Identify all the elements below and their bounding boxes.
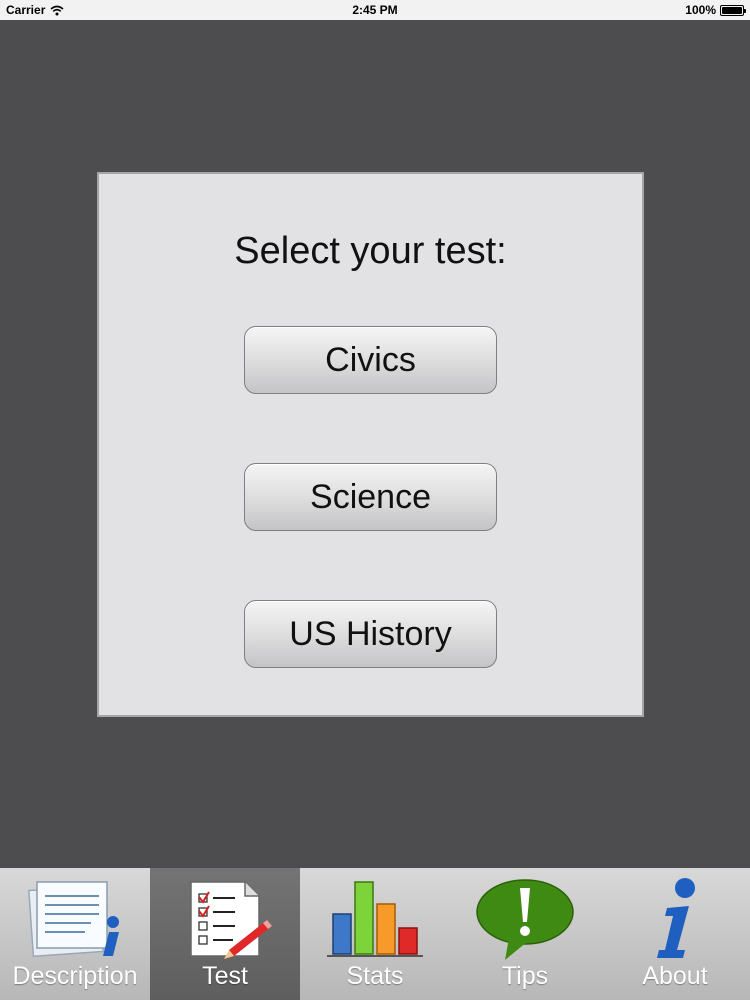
tab-stats[interactable]: Stats [300, 868, 450, 1000]
battery-indicator: 100% [685, 3, 746, 17]
panel-title: Select your test: [234, 230, 507, 272]
tab-about-label: About [642, 962, 708, 990]
checklist-icon [190, 881, 272, 959]
civics-button[interactable]: Civics [244, 326, 497, 394]
tips-bubble-icon [476, 879, 574, 960]
science-button[interactable]: Science [244, 463, 497, 531]
battery-icon [720, 4, 746, 16]
description-icon [27, 881, 119, 958]
tab-test[interactable]: Test [150, 868, 300, 1000]
tab-tips-label: Tips [501, 962, 549, 990]
bar-chart-icon [327, 881, 423, 957]
battery-percent: 100% [685, 3, 716, 17]
tab-test-label: Test [202, 962, 248, 990]
test-select-panel: Select your test: Civics Science US Hist… [97, 172, 644, 717]
status-time: 2:45 PM [352, 3, 398, 17]
tab-about[interactable]: About [600, 868, 750, 1000]
tab-tips[interactable]: Tips [450, 868, 600, 1000]
tab-bar: Description Test Stats Tips About [0, 868, 750, 1000]
tab-description-label: Description [12, 962, 138, 990]
battery-fill [722, 6, 742, 14]
info-icon [657, 878, 695, 958]
tab-description[interactable]: Description [0, 868, 150, 1000]
status-bar: Carrier 2:45 PM 100% [0, 0, 750, 20]
tab-stats-label: Stats [346, 962, 404, 990]
us-history-button[interactable]: US History [244, 600, 497, 668]
